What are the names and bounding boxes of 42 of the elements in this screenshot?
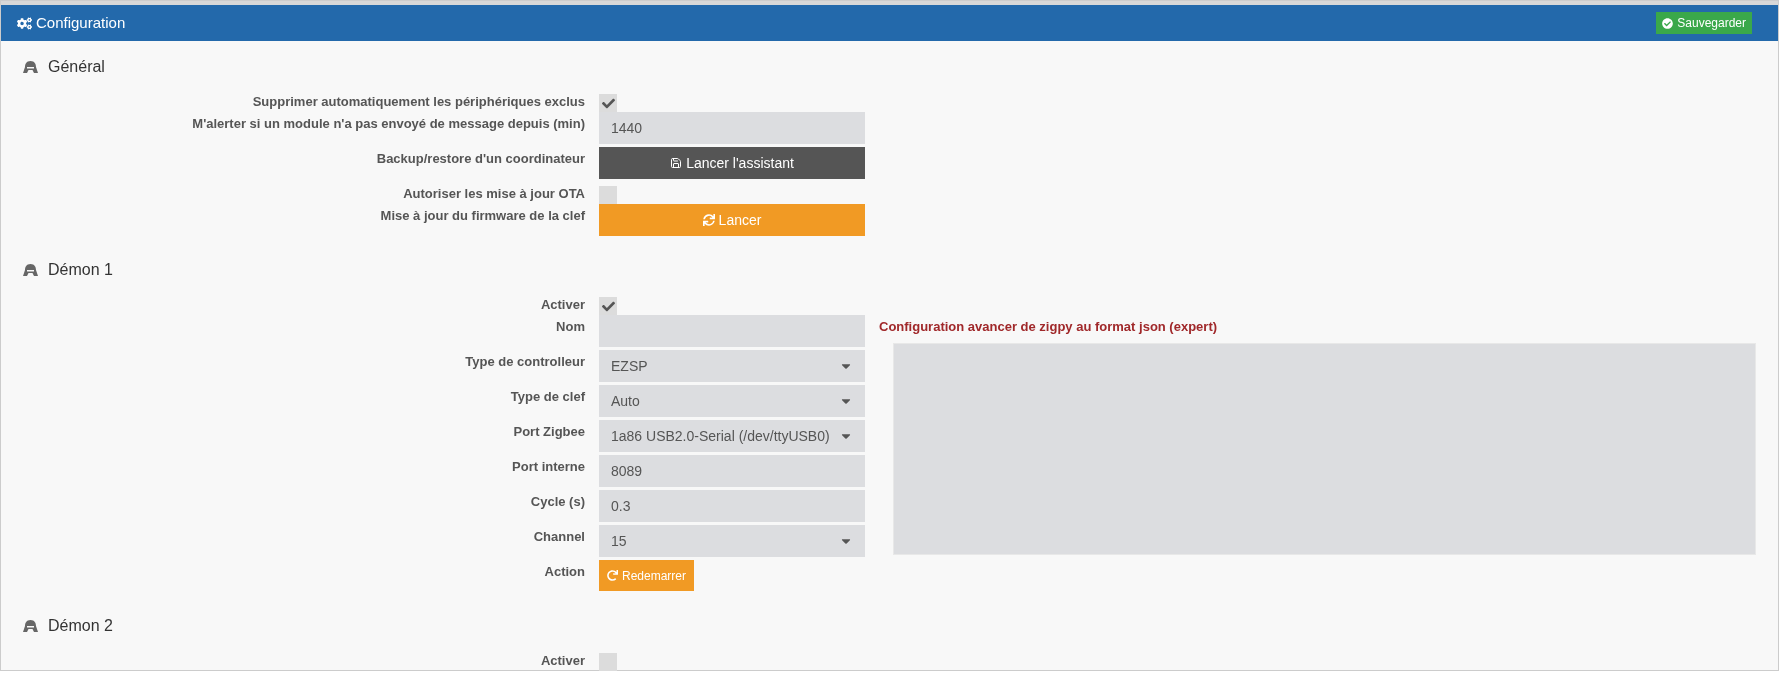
input-field[interactable]: 1440 [599,112,865,144]
field-label: Supprimer automatiquement les périphériques exclus [252,93,585,111]
section-title: Démon 2 [48,616,113,636]
field-label: Activer [540,652,585,670]
input-field[interactable]: 0.3 [599,490,865,522]
section-title: Démon 1 [48,260,113,280]
field-label: Port Zigbee [513,423,585,441]
input-field[interactable]: 8089 [599,455,865,487]
helmet-icon [23,263,38,277]
field-label: M'alerter si un module n'a pas envoyé de message depuis (min) [192,115,585,133]
field-label: Nom [556,318,585,336]
save-button[interactable]: Sauvegarder [1656,12,1752,34]
field-label: Cycle (s) [530,493,585,511]
section-title: Général [48,57,105,77]
refresh-icon [702,214,715,226]
field-label: Type de clef [510,388,585,406]
field-label: Type de controlleur [465,353,585,371]
panel-title: Configuration [36,12,126,33]
field-label: Backup/restore d'un coordinateur [376,150,585,168]
field-label: Port interne [512,458,585,476]
select-field[interactable]: EZSP [599,350,865,382]
select-field[interactable]: Auto [599,385,865,417]
field-label: Activer [540,296,585,314]
checkbox[interactable] [599,186,617,204]
checkbox[interactable] [599,94,617,112]
checkbox[interactable] [599,297,617,315]
field-label: Channel [533,528,585,546]
floppy-icon [670,157,683,169]
input-field[interactable] [599,315,865,347]
select-field[interactable]: 1a86 USB2.0-Serial (/dev/ttyUSB0) [599,420,865,452]
checkbox[interactable] [599,653,617,671]
helmet-icon [23,60,38,74]
gears-icon [17,15,32,31]
advanced-config-label: Configuration avancer de zigpy au format json (expert) [879,318,1219,336]
field-label: Mise à jour du firmware de la clef [380,207,585,225]
select-field[interactable]: 15 [599,525,865,557]
redo-icon [607,570,618,581]
field-label: Action [544,563,585,581]
field-label: Autoriser les mise à jour OTA [403,185,585,203]
wizard-button[interactable]: Lancer l'assistant [599,147,865,179]
json-textarea[interactable] [893,342,1756,555]
helmet-icon [23,619,38,633]
